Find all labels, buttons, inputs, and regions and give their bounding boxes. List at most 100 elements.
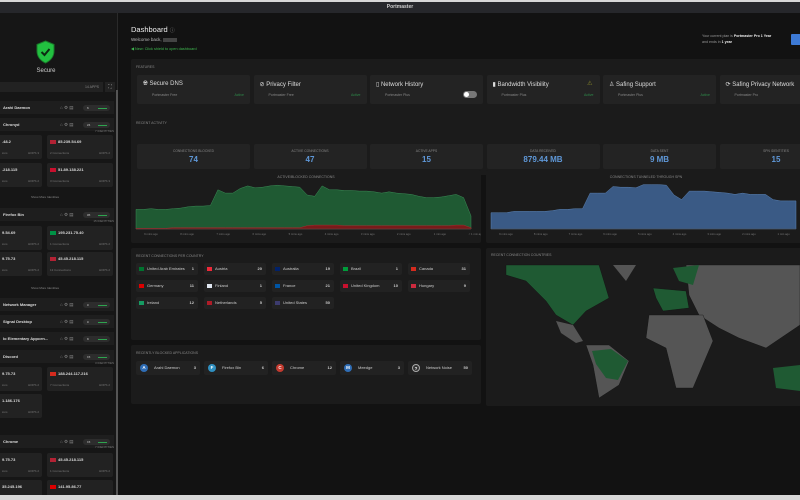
app-action-icons[interactable]: ⌂ ⚙ ▤ [60,298,74,311]
stat-label: SPN IDENTITIES [763,149,789,153]
feature-card[interactable]: 🌐︎ Secure DNS Portmaster Free Active [137,75,250,104]
badge-bar [98,304,107,306]
feature-plan: Portmaster Free [268,93,294,97]
country-item[interactable]: Australia 19 [272,263,334,275]
country-name: Hungary [419,283,435,288]
feature-card[interactable]: ♙ Safing Support Portmaster Plus Active [603,75,716,104]
blocked-app-item[interactable]: F Firefox Bin 6 [204,361,268,375]
country-item[interactable]: Hungary 9 [408,280,470,292]
info-icon[interactable]: ⓘ [170,28,175,34]
identity-card[interactable]: 45.45.218.115 1 Connections HOPS 2 [47,453,113,477]
app-search-input[interactable]: 14 APPS [0,82,103,92]
country-item[interactable]: United States 50 [272,297,334,309]
country-item[interactable]: Finland 1 [204,280,266,292]
app-avatar-icon: ? [412,364,420,372]
country-count: 5 [259,300,262,305]
identity-card[interactable]: 9.75.73 ions HOPS 2 [0,367,42,391]
country-name: United Kingdom [351,283,380,288]
identity-card[interactable]: 85.239.54.69 2 Connections HOPS 2 [47,135,113,159]
country-name: Australia [283,266,299,271]
feature-status: Active [234,93,244,97]
show-more-identities-link[interactable]: Show More Identities [0,195,90,199]
identity-card[interactable]: 9.54.69 ions HOPS 2 [0,226,42,250]
identity-card[interactable]: 9.75.73 ions HOPS 2 [0,252,42,276]
network-history-toggle[interactable] [463,91,477,98]
identity-card[interactable]: 35.245.196 [0,480,42,495]
bottom-bar [0,495,800,500]
feature-plan: Portmaster Plus [501,93,527,97]
country-item[interactable]: Austria 20 [204,263,266,275]
connection-count-badge: 9 [83,302,110,308]
shield-icon[interactable] [35,40,56,64]
feature-card[interactable]: ▮ Bandwidth Visibility Portmaster Plus Act… [486,75,600,104]
app-avatar-icon: M [344,364,352,372]
identity-ip: 9.75.73 [2,457,16,462]
country-item[interactable]: Netherlands 5 [204,297,266,309]
app-action-icons[interactable]: ⌂ ⚙ ▤ [60,332,74,345]
country-count: 31 [461,266,466,271]
identities-count: 3 IDENTITIES [94,361,114,365]
sidebar-scrollbar[interactable] [116,90,118,495]
country-item[interactable]: France 21 [272,280,334,292]
identity-card[interactable]: 45.45.218.115 13 Connections HOPS 2 [47,252,113,276]
feature-name: ♙ Safing Support [609,82,656,88]
app-row[interactable]: Io Elementary Appcen... ⌂ ⚙ ▤ 8 [0,332,114,345]
identity-card[interactable]: 141.95.86.77 [47,480,113,495]
feature-card[interactable]: ⟳ Safing Privacy Network Portmaster Pro [719,75,800,104]
map-europe [652,287,690,312]
identity-connections: 2 Connections [50,151,70,155]
app-action-icons[interactable]: ⌂ ⚙ ▤ [60,315,74,328]
app-row[interactable]: Network Manager ⌂ ⚙ ▤ 9 [0,298,114,311]
activity-stat-card: SPN IDENTITIES 15 [719,144,800,169]
country-item[interactable]: United Kingdom 10 [340,280,402,292]
activity-stat-card: CONNECTIONS BLOCKED 74 [137,144,250,169]
identity-ip: 1.186.176 [2,398,20,403]
identity-connections: ions [2,242,8,246]
person-icon: ♙ [609,82,617,88]
identity-card[interactable]: .218.115 ions HOPS 2 [0,163,42,187]
app-row[interactable]: Signal Desktop ⌂ ⚙ ▤ 9 [0,315,114,328]
identity-connections: 1 Connections [50,469,70,473]
blocked-app-count: 12 [327,365,332,370]
identity-card[interactable]: 195.231.75.40 1 Connections HOPS 2 [47,226,113,250]
app-name: Network Manager [3,302,37,307]
identity-card[interactable]: 1.186.176 ions HOPS 2 [0,394,42,418]
country-flag-icon [50,230,56,235]
badge-count: 15 [87,440,91,444]
country-flag-icon [50,457,56,462]
app-name: Io Elementary Appcen... [3,336,49,341]
badge-count: 95 [87,213,91,217]
country-item[interactable]: Canada 31 [408,263,470,275]
blocked-app-count: 6 [261,365,264,370]
identity-connections: ions [2,410,8,414]
country-item[interactable]: Ireland 12 [136,297,198,309]
country-item[interactable]: United Arab Emirates 1 [136,263,198,275]
blocked-app-item[interactable]: ? Network Noise 50 [408,361,472,375]
blocked-app-item[interactable]: M Meedge 3 [340,361,404,375]
feature-name: ▯ Network History [376,82,424,88]
identity-card[interactable]: 51.89.138.221 3 Connections HOPS 3 [47,163,113,187]
page-title: Dashboard ⓘ [131,25,175,34]
grid-view-button[interactable]: ⛶ [105,82,115,92]
app-row[interactable]: Arahi Daemon ⌂ ⚙ ▤ 6 [0,101,114,114]
badge-count: 24 [87,123,91,127]
country-item[interactable]: Brazil 1 [340,263,402,275]
feature-card[interactable]: ▯ Network History Portmaster Plus [370,75,483,104]
country-flag-icon [207,284,212,288]
blocked-app-item[interactable]: C Chrome 12 [272,361,336,375]
blocked-app-item[interactable]: A Arahi Daemon 3 [136,361,200,375]
x-tick-label: 4 mins ago [673,232,687,236]
identity-card[interactable]: 9.75.73 ions HOPS 2 [0,453,42,477]
x-tick-label: 9 mins ago [499,232,513,236]
feature-card[interactable]: ⊘ Privacy Filter Portmaster Free Active [253,75,367,104]
country-item[interactable]: Germany 11 [136,280,198,292]
account-button[interactable] [791,34,800,45]
identity-card[interactable]: 188.244.117.216 7 Connections HOPS 2 [47,367,113,391]
app-action-icons[interactable]: ⌂ ⚙ ▤ [60,101,74,114]
identity-card[interactable]: .48.2 ions HOPS 3 [0,135,42,159]
identity-connections: 3 Connections [50,179,70,183]
world-map[interactable] [486,262,800,406]
features-panel: FEATURES 🌐︎ Secure DNS Portmaster Free Act… [131,59,800,122]
countries-panel: RECENT CONNECTIONS PER COUNTRY United Ar… [131,248,481,340]
show-more-identities-link[interactable]: Show More Identities [0,286,90,290]
